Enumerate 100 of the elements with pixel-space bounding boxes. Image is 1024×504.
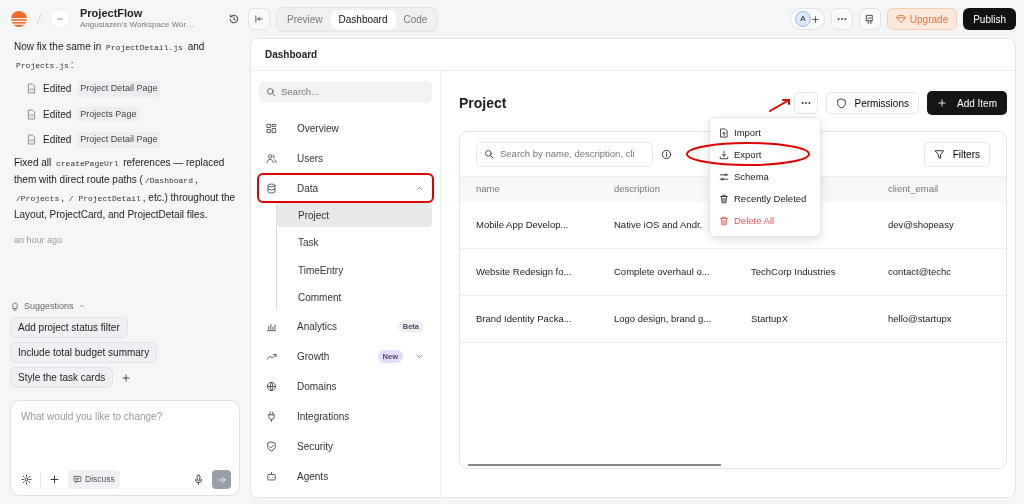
sliders-icon [719, 172, 729, 182]
message-time: an hour ago [14, 233, 64, 247]
sidebar-item[interactable]: Integrations [259, 403, 432, 430]
menu-item[interactable]: Import [710, 122, 820, 144]
sidebar-item[interactable]: Users [259, 145, 432, 171]
message-composer[interactable]: What would you like to change? Discuss [10, 400, 240, 496]
search-icon [484, 149, 494, 159]
page-title: Project [459, 93, 507, 113]
menu-item[interactable]: Export [710, 144, 820, 166]
discuss-button[interactable]: Discuss [68, 470, 120, 489]
file-chip[interactable]: Project Detail Page [77, 81, 161, 97]
table-cell: Logo design, brand g... [614, 312, 712, 324]
scrollbar[interactable] [468, 464, 721, 466]
sidebar-item[interactable]: Agents [259, 463, 432, 490]
edit-action: Edited [43, 133, 72, 148]
sidebar-subitem[interactable]: Comment [277, 285, 432, 310]
dashboard-title: Dashboard [251, 39, 1015, 71]
search-bar[interactable]: Search... [259, 81, 432, 103]
send-button[interactable] [212, 470, 231, 489]
suggestion-chip[interactable]: Style the task cards [10, 367, 114, 388]
lightbulb-icon [10, 301, 20, 312]
suggestions-label: Suggestions [24, 299, 74, 313]
collapse-icon [254, 14, 264, 24]
collapse-button[interactable] [248, 8, 270, 30]
table-cell: TechCorp Industries [751, 265, 836, 277]
globe-icon [266, 381, 277, 392]
table-cell: Website Redesign fo... [476, 265, 572, 277]
search-field[interactable]: Search... [281, 84, 421, 100]
table-cell: Brand Identity Packa... [476, 312, 572, 324]
filters-button[interactable]: Filters [923, 141, 990, 167]
sidebar-item[interactable]: Security [259, 433, 432, 460]
column-header: name [476, 183, 500, 195]
sidebar-item[interactable]: Data [259, 175, 432, 201]
import-icon [719, 128, 729, 138]
file-chip[interactable]: Projects Page [77, 106, 140, 122]
plus-icon [810, 14, 820, 24]
column-header: description [614, 183, 660, 195]
info-icon [661, 148, 672, 160]
table-cell: StartupX [751, 312, 788, 324]
view-tab[interactable]: Dashboard [330, 9, 396, 29]
file-code-icon [26, 83, 37, 95]
add-item-button[interactable]: Add Item [926, 91, 1007, 115]
suggestion-chip[interactable]: Add project status filter [10, 317, 128, 338]
slash-icon [34, 11, 44, 27]
suggestion-chip[interactable]: Include total budget summary [10, 342, 158, 363]
file-code-icon [26, 108, 37, 120]
edit-action: Edited [43, 107, 72, 122]
shield-icon [835, 97, 847, 109]
sidebar-subitem[interactable]: TimeEntry [277, 258, 432, 282]
sidebar-subitem[interactable]: Project [277, 203, 432, 227]
workspace-name: Angusiazen's Workspace Wor… [80, 19, 196, 32]
collaborators-button[interactable]: A [789, 8, 825, 30]
sidebar-item[interactable]: Overview [259, 115, 432, 141]
table-cell: hello@startupx [888, 312, 952, 324]
users-icon [266, 152, 277, 164]
shield-check-icon [266, 441, 277, 452]
table-cell: contact@techc [888, 265, 951, 277]
view-tab[interactable]: Preview [279, 9, 331, 29]
dash-icon [56, 15, 64, 23]
filter-icon [933, 148, 945, 160]
chat-message: Now fix the same in ProjectDetail.js and Projects.js : [14, 40, 206, 72]
more-button[interactable] [830, 8, 853, 30]
trash-icon [719, 216, 729, 226]
edit-action: Edited [43, 82, 72, 97]
menu-item[interactable]: Recently Deleted [710, 188, 820, 210]
table-cell: dev@shopeasy [888, 218, 954, 230]
chat-icon [73, 475, 82, 484]
more-button[interactable] [793, 92, 818, 114]
trash-icon [719, 194, 729, 204]
plug-icon [266, 411, 277, 422]
settings-icon[interactable] [21, 474, 32, 485]
user-avatar: A [794, 11, 811, 27]
file-code-icon [26, 134, 37, 146]
publish-button[interactable]: Publish [963, 8, 1016, 30]
file-chip[interactable]: Project Detail Page [77, 132, 161, 148]
plus-icon[interactable] [49, 474, 60, 485]
permissions-button[interactable]: Permissions [825, 92, 919, 114]
history-icon[interactable] [228, 13, 240, 25]
database-icon [266, 182, 277, 194]
table-cell: Mobile App Develop... [476, 218, 569, 230]
microphone-icon[interactable] [193, 474, 204, 485]
table-cell: Complete overhaul o... [614, 265, 710, 277]
search-icon [266, 87, 276, 97]
sidebar-item[interactable]: Domains [259, 373, 432, 400]
menu-item[interactable]: Delete All [710, 210, 820, 232]
search-bar[interactable]: Search by name, description, cli [476, 141, 653, 167]
sidebar-subitem[interactable]: Task [277, 230, 432, 255]
robot-icon [266, 471, 277, 482]
project-name[interactable]: ProjectFlow [80, 6, 222, 20]
view-tab[interactable]: Code [395, 9, 436, 29]
download-icon [719, 150, 729, 160]
trend-icon [266, 351, 277, 362]
chat-message: Fixed all createPageUrl references — replaced them with direct route paths ( /Dashboard , /Projects , / ProjectDetail , etc.) throughout the Layout, ProjectCard, and ProjectDetail files. [14, 155, 237, 222]
logo-icon[interactable] [10, 10, 28, 28]
gem-icon [895, 14, 906, 24]
column-header: client_email [888, 183, 939, 195]
bar-chart-icon [266, 321, 277, 332]
project-avatar[interactable] [50, 9, 70, 29]
table-cell: Native iOS and Andr. [614, 218, 703, 230]
menu-item[interactable]: Schema [710, 166, 820, 188]
